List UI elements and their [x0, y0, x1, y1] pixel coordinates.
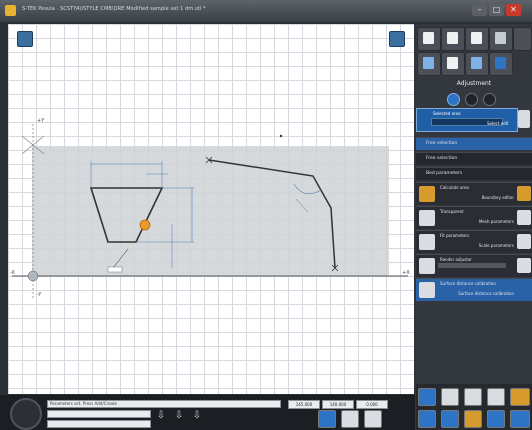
- mesh-icon[interactable]: [517, 210, 531, 225]
- mode-radio-3[interactable]: [483, 93, 496, 106]
- work-area: [32, 146, 389, 276]
- status-field-3[interactable]: [47, 420, 151, 428]
- help-button[interactable]: [489, 52, 513, 76]
- maximize-button[interactable]: □: [489, 4, 504, 16]
- arrow-down-icon[interactable]: ⇩: [154, 410, 168, 422]
- document-icon: [471, 32, 482, 44]
- panel-toggle-button[interactable]: [389, 31, 405, 47]
- title-bar: S-TEK Pesula · SCSTYA\ISTYLE CMB\ORE Mod…: [0, 0, 532, 22]
- layers-button[interactable]: [465, 52, 489, 76]
- selection-row[interactable]: Selected area Select edit: [416, 108, 518, 132]
- origin-icon: [27, 270, 39, 282]
- list-item-bed-parameters[interactable]: Bed parameters: [416, 167, 532, 180]
- more-button[interactable]: [513, 27, 532, 51]
- axis-label-y-pos: +Y: [37, 118, 45, 124]
- snap-button[interactable]: [318, 410, 336, 428]
- list-item-label: Bed parameters: [426, 171, 463, 176]
- arc-tool-button[interactable]: [441, 410, 459, 428]
- status-message: Parameters set. Press Add/Create: [47, 400, 281, 408]
- arrow-down-icon-3[interactable]: ⇩: [190, 410, 204, 422]
- document-button[interactable]: [465, 27, 489, 51]
- app-icon: [5, 5, 16, 16]
- tool-row-calculate[interactable]: Calculate area Boundary editor: [416, 182, 532, 205]
- select-tool-button[interactable]: [418, 388, 436, 406]
- move-tool-button[interactable]: [510, 410, 530, 428]
- new-file-button[interactable]: [417, 27, 441, 51]
- tool-label: Surface distance calibration: [440, 281, 496, 286]
- status-field-2[interactable]: [47, 410, 151, 418]
- tool-label: Calculate area: [440, 185, 469, 190]
- export-icon: [495, 32, 506, 44]
- tool-sub: Surface distance calibration: [458, 291, 514, 296]
- grid-icon: [419, 186, 435, 202]
- settings-button[interactable]: [441, 52, 465, 76]
- shape-tool-button[interactable]: [464, 410, 482, 428]
- tool-row-surface[interactable]: Surface distance calibration Surface dis…: [416, 278, 532, 301]
- coord-x[interactable]: 145.000: [288, 400, 320, 409]
- section-title: Adjustment: [456, 80, 492, 87]
- selection-value: Select edit: [487, 121, 509, 126]
- close-button[interactable]: ✕: [506, 4, 521, 16]
- coord-z[interactable]: 0.000: [356, 400, 388, 409]
- arrow-down-icon-2[interactable]: ⇩: [172, 410, 186, 422]
- tool-label: Render adjuster: [440, 257, 472, 262]
- layers-icon: [471, 57, 482, 69]
- render-slider[interactable]: [438, 263, 506, 268]
- chat-button[interactable]: [417, 52, 441, 76]
- window-title: S-TEK Pesula · SCSTYA\ISTYLE CMB\ORE Mod…: [22, 6, 206, 12]
- open-icon: [447, 32, 458, 44]
- render-icon: [419, 258, 435, 274]
- file-icon: [423, 32, 434, 44]
- measure-tool-button[interactable]: [441, 388, 459, 406]
- scale-icon[interactable]: [517, 234, 531, 249]
- point-marker: [279, 134, 283, 138]
- coord-y[interactable]: 140.000: [322, 400, 354, 409]
- axis-label-y-neg: -Y: [37, 292, 42, 298]
- list-item-free-selection-2[interactable]: Free selection: [416, 152, 532, 165]
- list-item-label: Free selection: [426, 141, 458, 146]
- tool-row-fit[interactable]: Fit parameters Scale parameters: [416, 230, 532, 253]
- tool-sub: Scale parameters: [478, 243, 514, 248]
- ortho-toggle-button[interactable]: [364, 410, 382, 428]
- pencil-tool-button[interactable]: [510, 388, 530, 406]
- tool-sub: Boundary editor: [481, 195, 514, 200]
- open-button[interactable]: [441, 27, 465, 51]
- mode-radio-1[interactable]: [447, 93, 460, 106]
- canvas-drawing: [12, 124, 408, 299]
- fit-icon: [419, 234, 435, 250]
- rotate-icon: [419, 210, 435, 226]
- gear-icon: [447, 57, 458, 69]
- tool-row-render[interactable]: Render adjuster: [416, 254, 532, 277]
- axis-label-x-neg: -X: [10, 270, 15, 276]
- render-side-icon[interactable]: [517, 258, 531, 273]
- list-item-label: Free selection: [426, 156, 458, 161]
- export-button[interactable]: [489, 27, 513, 51]
- grid-toggle-button[interactable]: [341, 410, 359, 428]
- app-logo-icon: [10, 398, 42, 430]
- minimize-button[interactable]: –: [472, 4, 487, 16]
- list-item-free-selection[interactable]: Free selection: [416, 137, 532, 150]
- tool-row-transparent[interactable]: Transparent Mesh parameters: [416, 206, 532, 229]
- tool-sub: Mesh parameters: [478, 219, 514, 224]
- line-tool-button[interactable]: [418, 410, 436, 428]
- layer-tool-button[interactable]: [464, 388, 482, 406]
- copy-tool-button[interactable]: [487, 410, 505, 428]
- edit-tool-button[interactable]: [487, 388, 505, 406]
- selection-label: Selected area: [433, 111, 461, 116]
- help-icon: [495, 57, 506, 69]
- center-point-marker: [139, 219, 151, 231]
- tool-label: Fit parameters: [440, 233, 470, 238]
- pin-icon[interactable]: [518, 110, 530, 128]
- surface-icon: [419, 282, 435, 298]
- view-options-button[interactable]: [17, 31, 33, 47]
- axis-label-x-pos: +X: [402, 270, 410, 276]
- drawing-canvas[interactable]: +Y -X +X -Y: [8, 24, 414, 394]
- chat-icon: [423, 57, 434, 69]
- mode-radio-2[interactable]: [465, 93, 478, 106]
- leader-label: [107, 266, 123, 273]
- tool-label: Transparent: [440, 209, 464, 214]
- grid-icon-right[interactable]: [517, 186, 531, 201]
